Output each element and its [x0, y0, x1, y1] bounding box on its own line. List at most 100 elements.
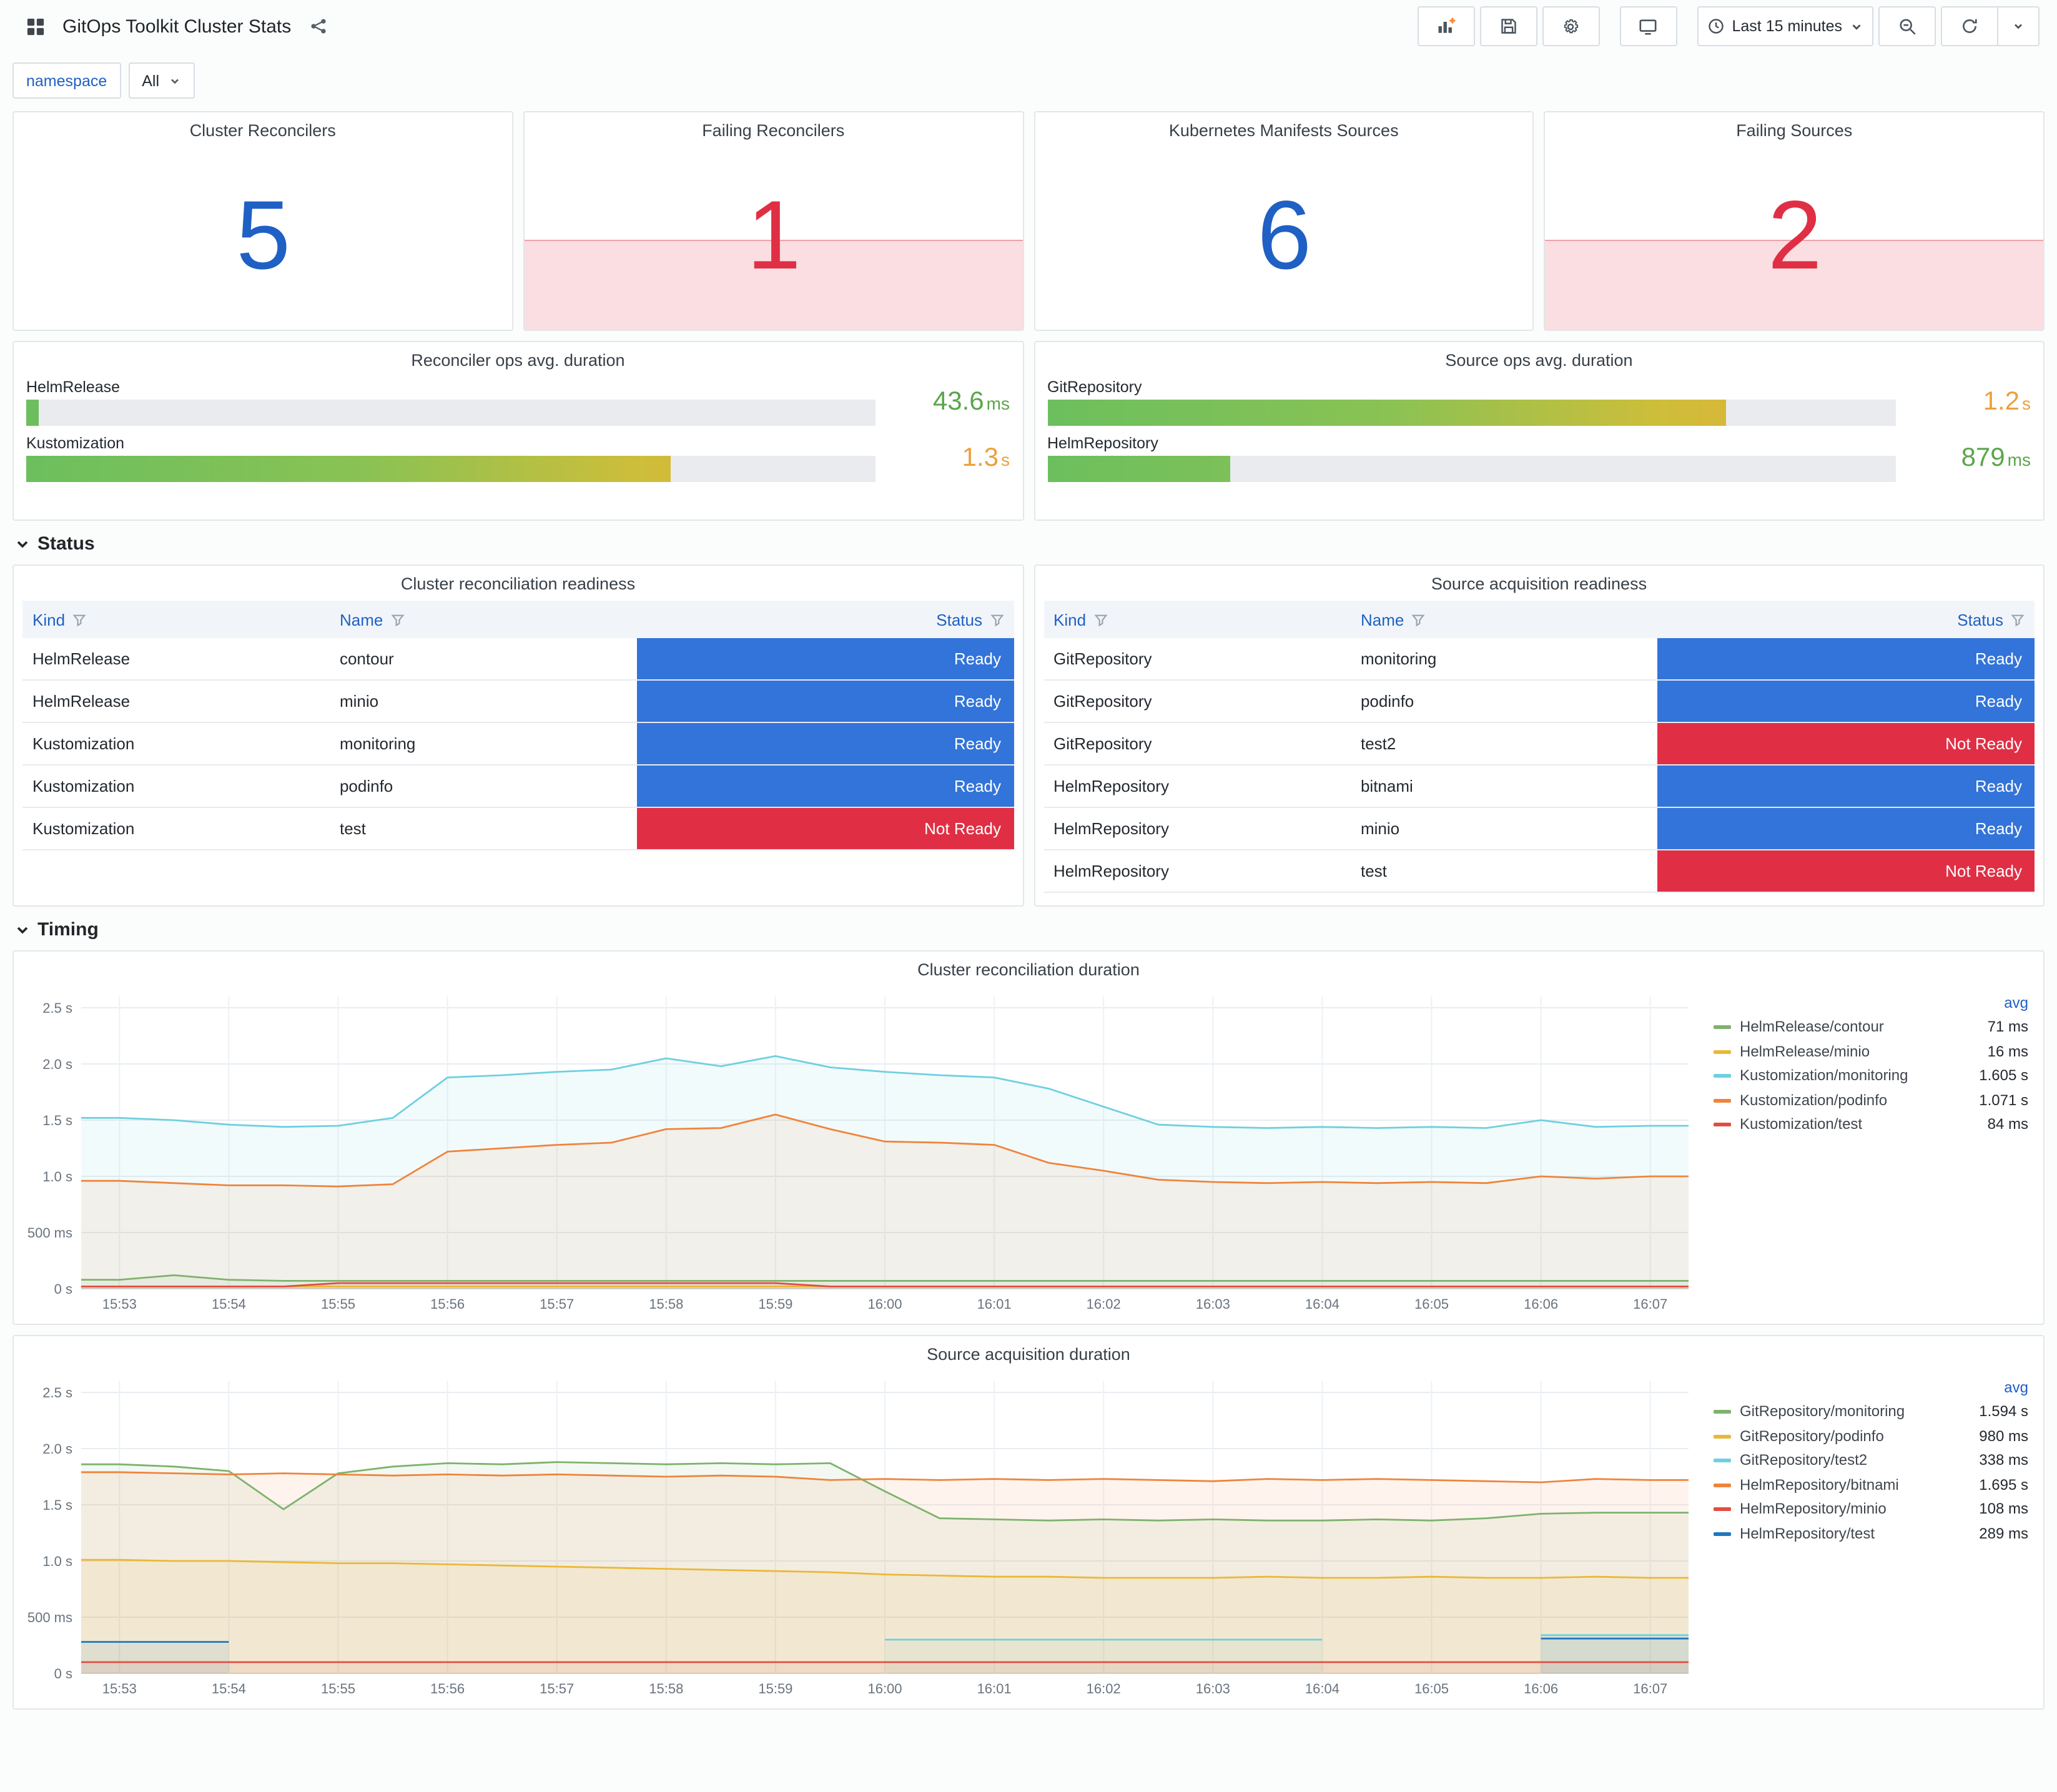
svg-text:15:59: 15:59: [758, 1681, 792, 1696]
status-badge: Ready: [1657, 766, 2035, 806]
legend-item[interactable]: HelmRepository/test 289 ms: [1714, 1522, 2028, 1546]
svg-text:16:06: 16:06: [1524, 1681, 1558, 1696]
column-header-name[interactable]: Name: [329, 601, 637, 638]
svg-text:2.5 s: 2.5 s: [42, 1000, 72, 1016]
chevron-down-icon: [2015, 24, 2022, 29]
legend-item[interactable]: Kustomization/monitoring 1.605 s: [1714, 1064, 2028, 1088]
variable-namespace-label[interactable]: namespace: [12, 62, 121, 99]
svg-text:16:03: 16:03: [1196, 1296, 1230, 1312]
series-avg-value: 108 ms: [1979, 1500, 2028, 1517]
panel-title: Reconciler ops avg. duration: [411, 351, 625, 370]
svg-text:15:58: 15:58: [649, 1681, 683, 1696]
table-row: GitRepository monitoring Ready: [1043, 638, 2035, 681]
status-cell: Ready: [1657, 680, 2035, 723]
kind-cell: GitRepository: [1043, 638, 1351, 681]
svg-text:16:05: 16:05: [1414, 1681, 1449, 1696]
panel-failing-reconcilers: Failing Reconcilers 1: [523, 111, 1024, 331]
time-range-picker[interactable]: Last 15 minutes: [1697, 6, 1873, 46]
svg-text:2.0 s: 2.0 s: [42, 1056, 72, 1072]
status-tables-row: Cluster reconciliation readiness Kind Na…: [12, 564, 2045, 907]
table-row: HelmRepository bitnami Ready: [1043, 765, 2035, 808]
timeseries-plot[interactable]: 0 s 500 ms 1.0 s 1.5 s 2.0 s 2.5 s 15:53 15:54 1…: [16, 982, 1699, 1316]
name-cell: contour: [329, 638, 637, 681]
column-header-kind[interactable]: Kind: [22, 601, 330, 638]
gauge-row: Kustomization 1.3 s: [26, 435, 1010, 482]
series-name: HelmRepository/bitnami: [1740, 1475, 1899, 1493]
apps-grid-icon[interactable]: [17, 7, 52, 45]
column-header-status[interactable]: Status: [636, 601, 1014, 638]
add-panel-button[interactable]: [1417, 6, 1475, 46]
refresh-button[interactable]: [1941, 6, 1998, 46]
series-color-marker: [1714, 1025, 1731, 1030]
svg-text:500 ms: 500 ms: [27, 1610, 72, 1625]
legend-item[interactable]: GitRepository/monitoring 1.594 s: [1714, 1400, 2028, 1424]
legend-item[interactable]: HelmRelease/contour 71 ms: [1714, 1015, 2028, 1040]
series-name: HelmRelease/contour: [1740, 1018, 1884, 1035]
series-name: GitRepository/podinfo: [1740, 1427, 1884, 1444]
status-cell: Not Ready: [1657, 850, 2035, 893]
series-color-marker: [1714, 1074, 1731, 1078]
table-row: Kustomization podinfo Ready: [22, 765, 1014, 808]
svg-text:15:53: 15:53: [102, 1681, 137, 1696]
svg-text:16:04: 16:04: [1305, 1681, 1339, 1696]
kind-cell: GitRepository: [1043, 722, 1351, 766]
share-icon[interactable]: [301, 7, 336, 45]
gauge-value: 43.6 ms: [932, 387, 1010, 416]
series-avg-value: 1.071 s: [1979, 1091, 2028, 1108]
series-color-marker: [1714, 1459, 1731, 1463]
name-cell: podinfo: [329, 765, 637, 808]
legend-item[interactable]: HelmRepository/bitnami 1.695 s: [1714, 1473, 2028, 1497]
name-cell: minio: [1350, 807, 1658, 850]
table-row: Kustomization monitoring Ready: [22, 722, 1014, 766]
chevron-down-icon: [17, 540, 28, 548]
column-header-kind[interactable]: Kind: [1043, 601, 1351, 638]
svg-text:2.0 s: 2.0 s: [42, 1441, 72, 1457]
panel-cluster-reconciliation-readiness: Cluster reconciliation readiness Kind Na…: [12, 564, 1024, 907]
series-color-marker: [1714, 1123, 1731, 1127]
panel-title: Source acquisition readiness: [1431, 574, 1647, 593]
variable-namespace-value-dropdown[interactable]: All: [128, 62, 195, 99]
zoom-out-button[interactable]: [1878, 6, 1936, 46]
panel-failing-sources: Failing Sources 2: [1544, 111, 2045, 331]
svg-text:15:56: 15:56: [430, 1681, 465, 1696]
table-row: HelmRepository minio Ready: [1043, 807, 2035, 850]
legend-item[interactable]: GitRepository/test2 338 ms: [1714, 1449, 2028, 1473]
legend-item[interactable]: Kustomization/podinfo 1.071 s: [1714, 1088, 2028, 1113]
series-name: Kustomization/monitoring: [1740, 1066, 1908, 1084]
svg-text:15:55: 15:55: [321, 1681, 355, 1696]
svg-text:16:06: 16:06: [1524, 1296, 1558, 1312]
dashboard-settings-button[interactable]: [1542, 6, 1600, 46]
gauge-value: 879 ms: [1961, 443, 2031, 472]
status-badge: Not Ready: [636, 808, 1014, 849]
legend-item[interactable]: Kustomization/test 84 ms: [1714, 1113, 2028, 1137]
table-row: HelmRelease contour Ready: [22, 638, 1014, 681]
save-dashboard-button[interactable]: [1479, 6, 1537, 46]
series-color-marker: [1714, 1098, 1731, 1103]
svg-text:15:59: 15:59: [758, 1296, 792, 1312]
table-row: GitRepository test2 Not Ready: [1043, 722, 2035, 766]
status-badge: Ready: [636, 681, 1014, 721]
series-avg-value: 1.695 s: [1979, 1475, 2028, 1493]
legend-item[interactable]: HelmRepository/minio 108 ms: [1714, 1497, 2028, 1522]
column-header-status[interactable]: Status: [1657, 601, 2035, 638]
filter-icon: [990, 614, 1004, 626]
series-color-marker: [1714, 1532, 1731, 1536]
cycle-view-mode-button[interactable]: [1619, 6, 1677, 46]
column-header-name[interactable]: Name: [1350, 601, 1658, 638]
table-row: HelmRepository test Not Ready: [1043, 850, 2035, 893]
legend-item[interactable]: HelmRelease/minio 16 ms: [1714, 1040, 2028, 1064]
table-row: HelmRelease minio Ready: [22, 680, 1014, 723]
kind-cell: Kustomization: [22, 807, 330, 850]
timeseries-plot[interactable]: 0 s 500 ms 1.0 s 1.5 s 2.0 s 2.5 s 15:53 15:54 1…: [16, 1366, 1699, 1701]
status-cell: Ready: [1657, 765, 2035, 808]
section-status[interactable]: Status: [15, 533, 2042, 554]
section-timing[interactable]: Timing: [15, 919, 2042, 940]
panel-title: Source acquisition duration: [927, 1345, 1130, 1364]
status-badge: Ready: [636, 766, 1014, 806]
legend-item[interactable]: GitRepository/podinfo 980 ms: [1714, 1424, 2028, 1449]
series-avg-value: 1.605 s: [1979, 1066, 2028, 1084]
svg-text:16:02: 16:02: [1087, 1681, 1121, 1696]
refresh-interval-dropdown[interactable]: [1998, 6, 2040, 46]
gauge-value: 1.3 s: [962, 443, 1010, 472]
panel-title: Failing Sources: [1736, 121, 1853, 140]
